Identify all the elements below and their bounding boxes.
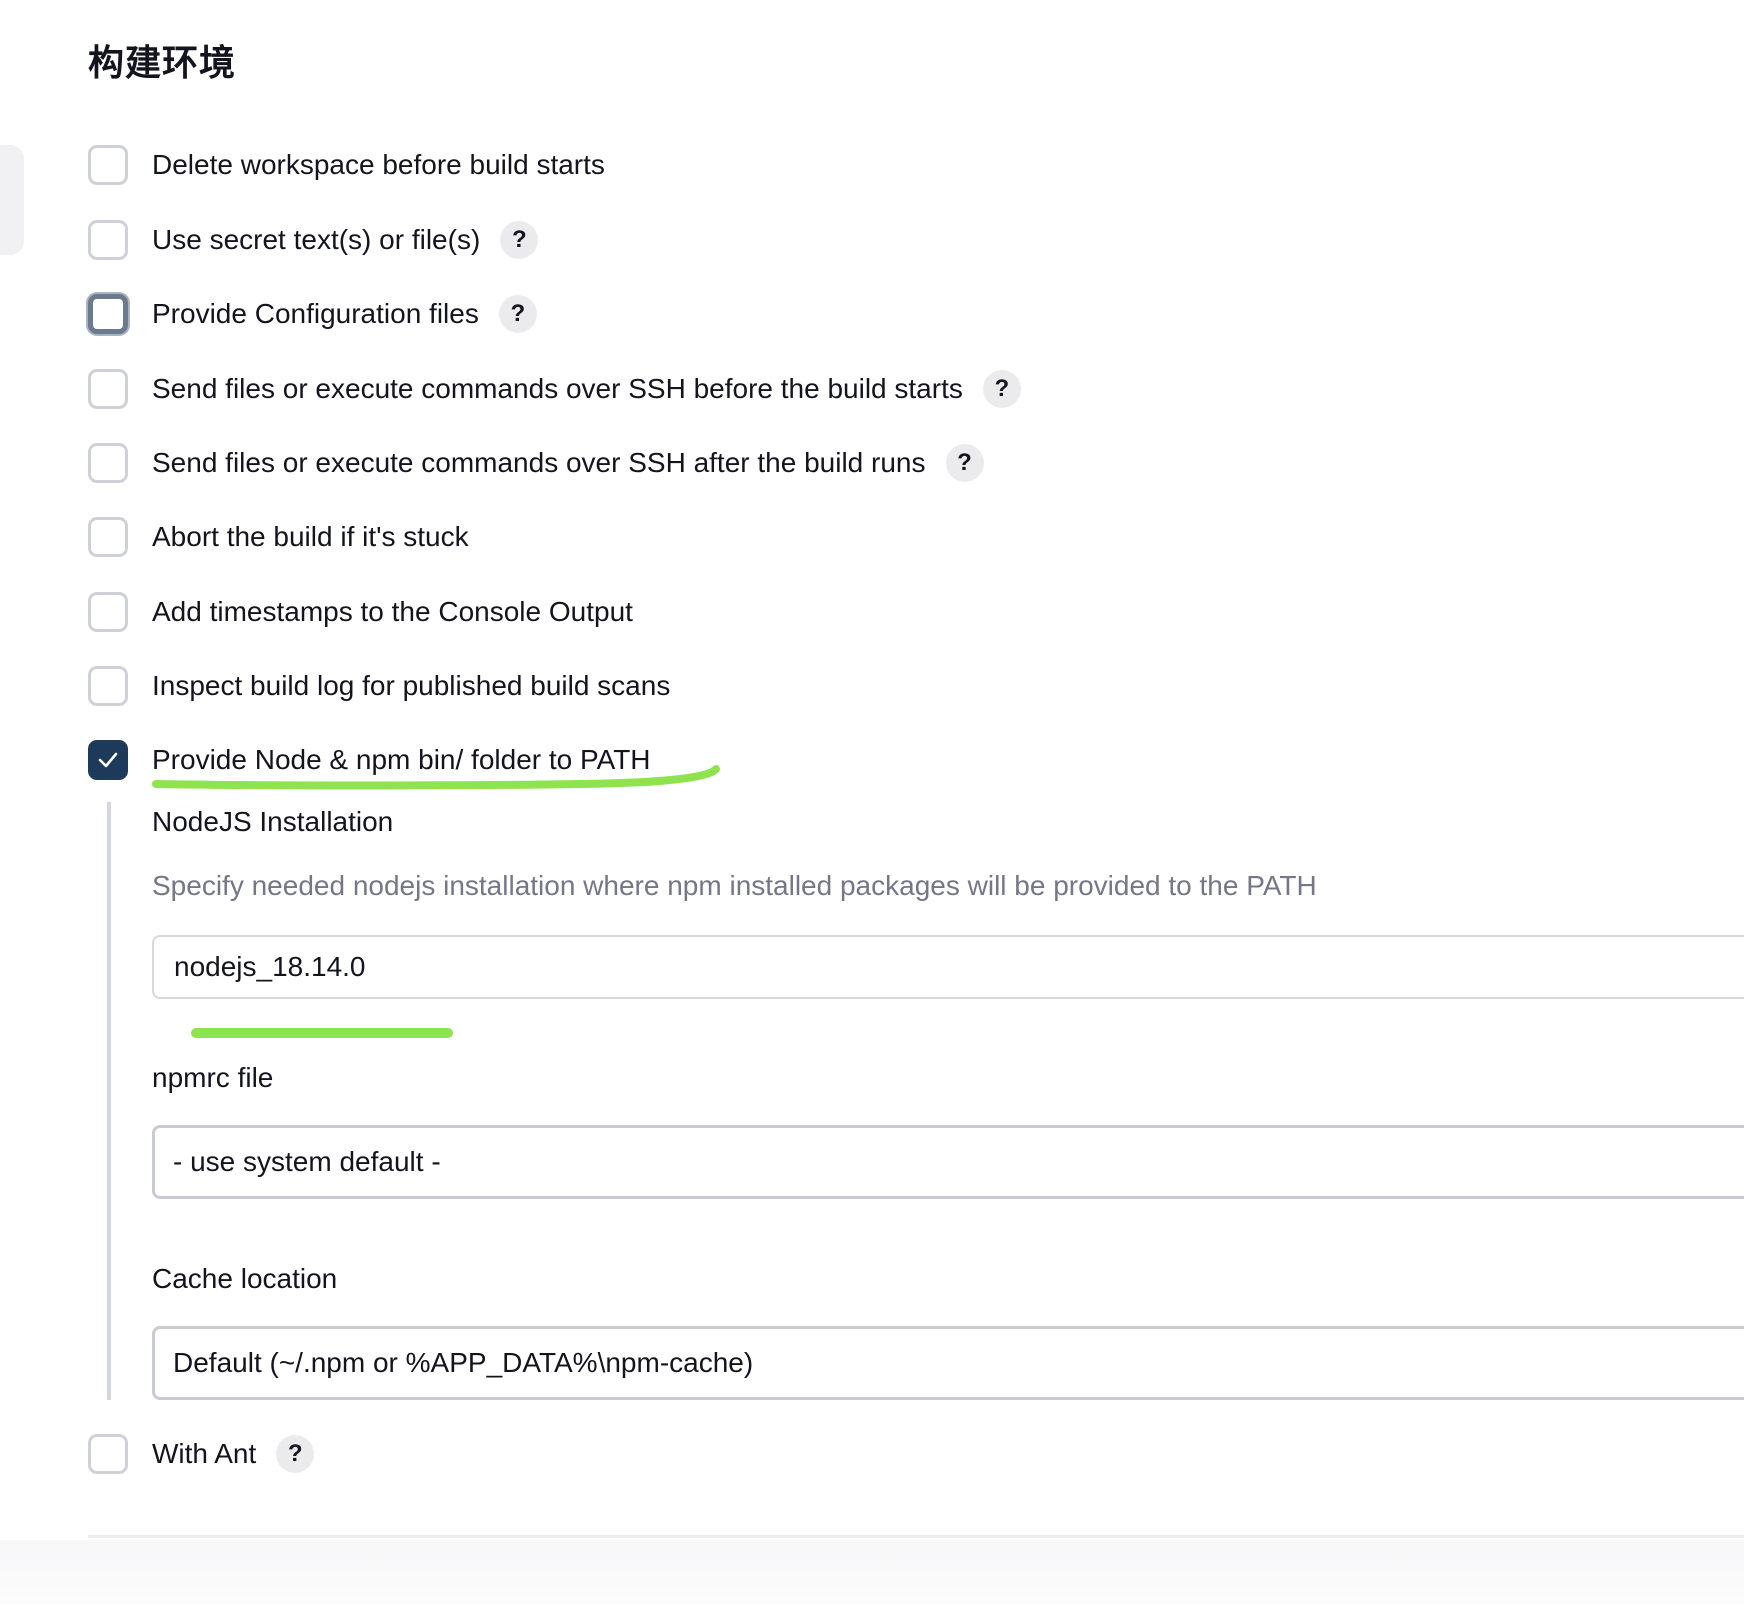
inspect-build-log-checkbox[interactable] [88,666,128,706]
nested-config-guide-line [107,802,111,1400]
option-abort-stuck[interactable]: Abort the build if it's stuck [88,514,469,560]
ssh-before-build-checkbox[interactable] [88,369,128,409]
cache-location-select[interactable]: Default (~/.npm or %APP_DATA%\npm-cache) [152,1326,1744,1400]
npmrc-file-select[interactable]: - use system default - [152,1125,1744,1199]
option-use-secret[interactable]: Use secret text(s) or file(s) ? [88,217,539,263]
option-label: Delete workspace before build starts [152,149,605,180]
option-inspect-build-log[interactable]: Inspect build log for published build sc… [88,663,670,709]
with-ant-checkbox[interactable] [88,1434,128,1474]
highlight-marker-installation [191,1028,453,1038]
footer-area [0,1540,1744,1604]
section-divider [88,1535,1744,1538]
nodejs-installation-field[interactable]: nodejs_18.14.0 [152,935,1744,999]
option-label: Provide Configuration files [152,298,479,329]
provide-node-npm-checkbox[interactable] [88,740,128,780]
section-title: 构建环境 [88,43,237,84]
option-with-ant[interactable]: With Ant ? [88,1431,315,1477]
option-add-timestamps[interactable]: Add timestamps to the Console Output [88,589,633,635]
cache-location-value: Default (~/.npm or %APP_DATA%\npm-cache) [173,1347,754,1378]
option-label: Add timestamps to the Console Output [152,596,633,627]
nodejs-installation-value: nodejs_18.14.0 [174,951,366,982]
option-ssh-after-build[interactable]: Send files or execute commands over SSH … [88,440,984,486]
side-panel-tab[interactable] [0,145,24,255]
option-label: With Ant [152,1438,257,1469]
nodejs-installation-description: Specify needed nodejs installation where… [152,870,1317,901]
option-ssh-before-build[interactable]: Send files or execute commands over SSH … [88,366,1021,412]
option-label: Send files or execute commands over SSH … [152,447,926,478]
ssh-after-build-checkbox[interactable] [88,443,128,483]
option-provide-config-files[interactable]: Provide Configuration files ? [88,291,537,337]
abort-stuck-checkbox[interactable] [88,517,128,557]
help-icon[interactable]: ? [498,295,537,333]
build-environment-page: 构建环境 Delete workspace before build start… [0,0,1744,1604]
npmrc-file-label: npmrc file [152,1062,274,1093]
help-icon[interactable]: ? [276,1435,315,1473]
option-label: Send files or execute commands over SSH … [152,373,963,404]
option-label: Abort the build if it's stuck [152,521,469,552]
help-icon[interactable]: ? [982,370,1021,408]
option-label: Provide Node & npm bin/ folder to PATH [152,744,651,775]
provide-config-files-checkbox[interactable] [88,294,128,334]
checkmark-icon [98,752,118,768]
add-timestamps-checkbox[interactable] [88,592,128,632]
option-label: Use secret text(s) or file(s) [152,224,481,255]
option-label: Inspect build log for published build sc… [152,670,671,701]
option-delete-workspace[interactable]: Delete workspace before build starts [88,142,605,188]
help-icon[interactable]: ? [945,444,984,482]
delete-workspace-checkbox[interactable] [88,145,128,185]
use-secret-checkbox[interactable] [88,220,128,260]
nodejs-installation-label: NodeJS Installation [152,806,394,837]
option-provide-node-npm[interactable]: Provide Node & npm bin/ folder to PATH [88,737,651,783]
cache-location-label: Cache location [152,1263,338,1294]
npmrc-file-value: - use system default - [173,1146,441,1177]
help-icon[interactable]: ? [500,221,539,259]
